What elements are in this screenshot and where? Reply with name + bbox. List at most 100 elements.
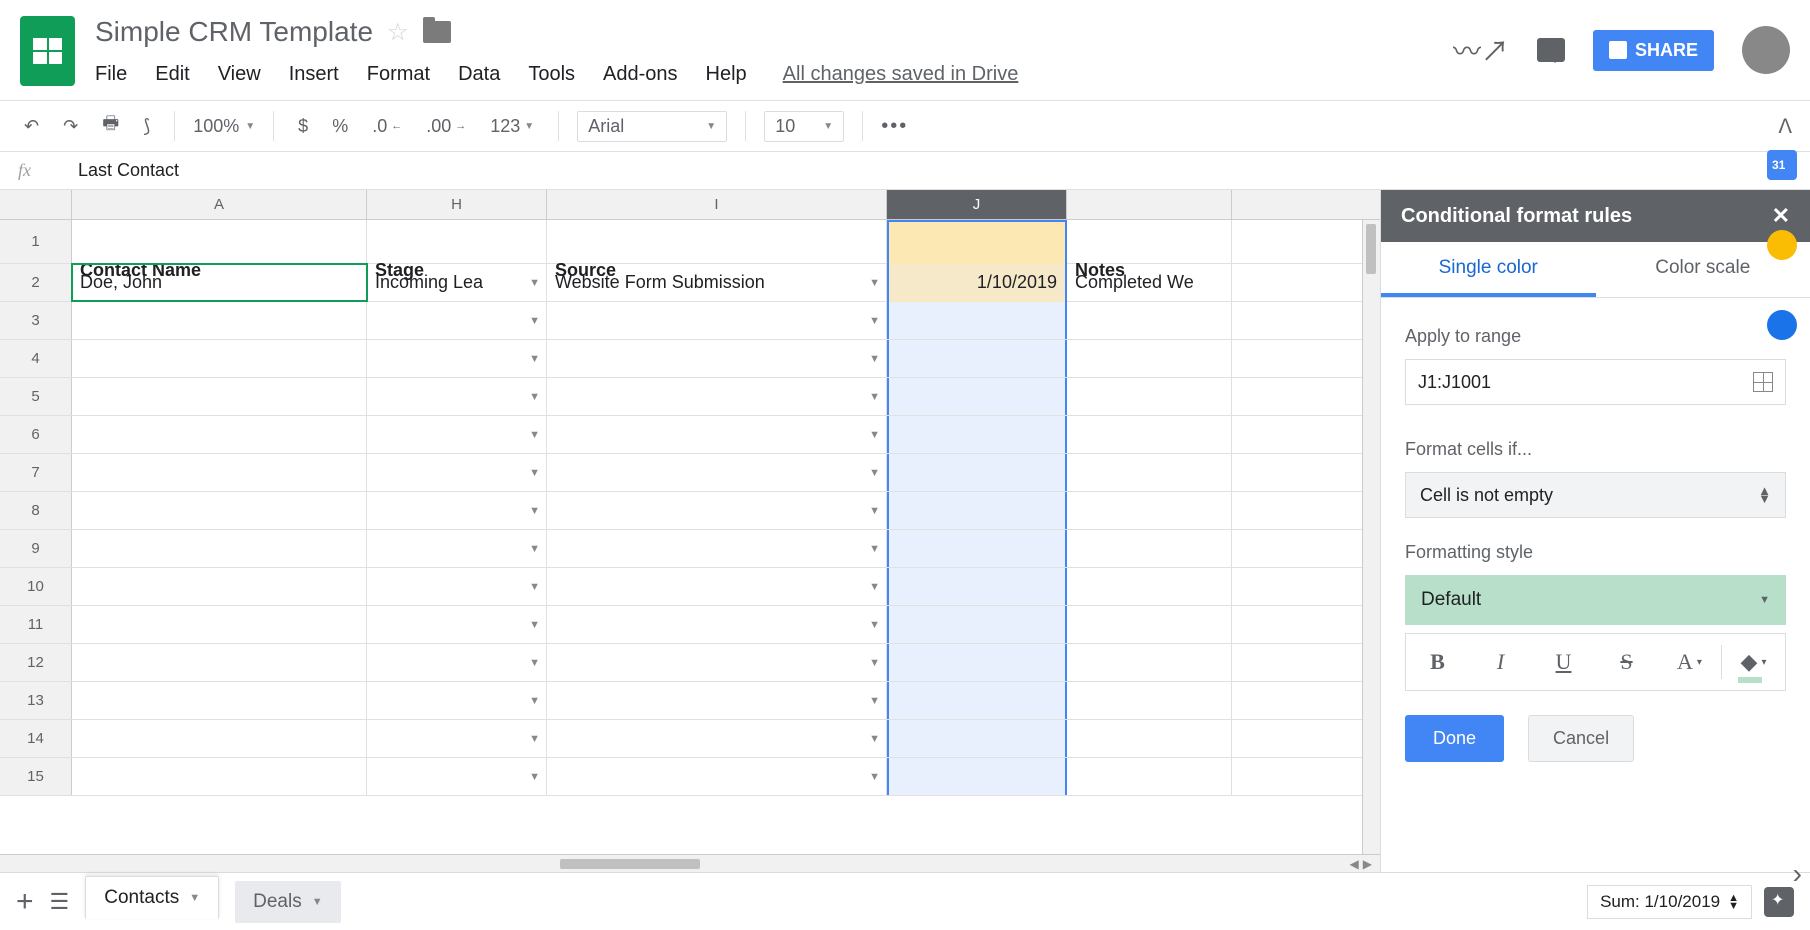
bold-button[interactable]: B: [1406, 649, 1469, 675]
calendar-icon[interactable]: [1767, 150, 1797, 180]
cell[interactable]: [72, 682, 367, 719]
doc-title[interactable]: Simple CRM Template: [95, 16, 373, 48]
row-header[interactable]: 3: [0, 302, 72, 339]
cell[interactable]: [887, 378, 1067, 415]
cell[interactable]: [1067, 720, 1232, 757]
cell[interactable]: ▼: [367, 378, 547, 415]
dropdown-icon[interactable]: ▼: [529, 505, 540, 517]
dropdown-icon[interactable]: ▼: [529, 581, 540, 593]
share-button[interactable]: SHARE: [1593, 30, 1714, 71]
dropdown-icon[interactable]: ▼: [869, 277, 880, 289]
cell[interactable]: ▼: [547, 758, 887, 795]
print-icon[interactable]: 🖶: [96, 107, 125, 145]
cell[interactable]: Website Form Submission▼: [547, 264, 887, 301]
cell[interactable]: ▼: [547, 720, 887, 757]
cell[interactable]: [72, 758, 367, 795]
cell[interactable]: [72, 378, 367, 415]
column-header-h[interactable]: H: [367, 190, 547, 219]
dropdown-icon[interactable]: ▼: [869, 581, 880, 593]
row-header[interactable]: 9: [0, 530, 72, 567]
strikethrough-button[interactable]: S: [1595, 649, 1658, 675]
increase-decimal-button[interactable]: .00→: [420, 112, 472, 141]
folder-icon[interactable]: [423, 21, 451, 43]
cell[interactable]: [72, 606, 367, 643]
cell[interactable]: [887, 606, 1067, 643]
avatar[interactable]: [1742, 26, 1790, 74]
chevron-down-icon[interactable]: ▼: [312, 896, 323, 908]
cell[interactable]: Incoming Lea▼: [367, 264, 547, 301]
cell[interactable]: [1067, 606, 1232, 643]
cell[interactable]: [887, 530, 1067, 567]
all-sheets-icon[interactable]: ☰: [50, 889, 70, 915]
cell[interactable]: [1067, 378, 1232, 415]
cell[interactable]: ▼: [547, 682, 887, 719]
decrease-decimal-button[interactable]: .0←: [366, 112, 408, 141]
explore-icon[interactable]: [1764, 887, 1794, 917]
grid-icon[interactable]: [1753, 372, 1773, 392]
collapse-toolbar-icon[interactable]: ᐱ: [1778, 114, 1792, 139]
row-header[interactable]: 7: [0, 454, 72, 491]
cell[interactable]: [1067, 454, 1232, 491]
cell[interactable]: [72, 340, 367, 377]
row-header[interactable]: 13: [0, 682, 72, 719]
cell[interactable]: ▼: [367, 720, 547, 757]
cell[interactable]: ▼: [367, 492, 547, 529]
cell[interactable]: [887, 758, 1067, 795]
cell[interactable]: [72, 720, 367, 757]
row-header[interactable]: 14: [0, 720, 72, 757]
cell[interactable]: [887, 682, 1067, 719]
cell[interactable]: [72, 644, 367, 681]
cell[interactable]: Doe, John: [72, 264, 367, 301]
row-header[interactable]: 5: [0, 378, 72, 415]
dropdown-icon[interactable]: ▼: [529, 315, 540, 327]
cell[interactable]: [1067, 758, 1232, 795]
select-all-corner[interactable]: [0, 190, 72, 219]
cell[interactable]: [72, 530, 367, 567]
cell[interactable]: ▼: [547, 416, 887, 453]
dropdown-icon[interactable]: ▼: [869, 315, 880, 327]
spreadsheet-grid[interactable]: A H I J 1Contact NameStageSourceLast Con…: [0, 190, 1380, 872]
dropdown-icon[interactable]: ▼: [869, 657, 880, 669]
chevron-down-icon[interactable]: ▼: [189, 892, 200, 904]
font-dropdown[interactable]: Arial ▼: [577, 111, 727, 142]
dropdown-icon[interactable]: ▼: [529, 733, 540, 745]
dropdown-icon[interactable]: ▼: [529, 543, 540, 555]
dropdown-icon[interactable]: ▼: [869, 353, 880, 365]
fx-icon[interactable]: fx: [18, 160, 78, 181]
cell[interactable]: [72, 568, 367, 605]
row-header[interactable]: 12: [0, 644, 72, 681]
cell[interactable]: [887, 340, 1067, 377]
cell[interactable]: ▼: [547, 644, 887, 681]
cell[interactable]: ▼: [367, 568, 547, 605]
menu-file[interactable]: File: [95, 63, 127, 86]
cell[interactable]: [1067, 492, 1232, 529]
cell[interactable]: [72, 416, 367, 453]
menu-view[interactable]: View: [218, 63, 261, 86]
dropdown-icon[interactable]: ▼: [529, 353, 540, 365]
cell[interactable]: [887, 302, 1067, 339]
dropdown-icon[interactable]: ▼: [529, 429, 540, 441]
cell[interactable]: [72, 302, 367, 339]
star-icon[interactable]: ☆: [387, 18, 409, 47]
menu-data[interactable]: Data: [458, 63, 500, 86]
cell[interactable]: [1067, 530, 1232, 567]
cell[interactable]: [72, 454, 367, 491]
sum-display[interactable]: Sum: 1/10/2019 ▲▼: [1587, 885, 1752, 919]
cell[interactable]: ▼: [367, 682, 547, 719]
dropdown-icon[interactable]: ▼: [869, 543, 880, 555]
horizontal-scrollbar[interactable]: ◀▶: [0, 854, 1380, 872]
keep-icon[interactable]: [1767, 230, 1797, 260]
dropdown-icon[interactable]: ▼: [869, 733, 880, 745]
cell[interactable]: [887, 416, 1067, 453]
row-header[interactable]: 1: [0, 220, 72, 263]
dropdown-icon[interactable]: ▼: [869, 467, 880, 479]
row-header[interactable]: 6: [0, 416, 72, 453]
paint-format-icon[interactable]: ⟆: [137, 112, 156, 141]
sheet-tab-contacts[interactable]: Contacts ▼: [85, 876, 219, 919]
dropdown-icon[interactable]: ▼: [529, 695, 540, 707]
more-formats-dropdown[interactable]: 123 ▼: [484, 112, 540, 141]
show-side-panel-icon[interactable]: ›: [1793, 858, 1802, 890]
cell[interactable]: 1/10/2019: [887, 264, 1067, 301]
more-toolbar-icon[interactable]: •••: [881, 115, 908, 138]
dropdown-icon[interactable]: ▼: [529, 771, 540, 783]
